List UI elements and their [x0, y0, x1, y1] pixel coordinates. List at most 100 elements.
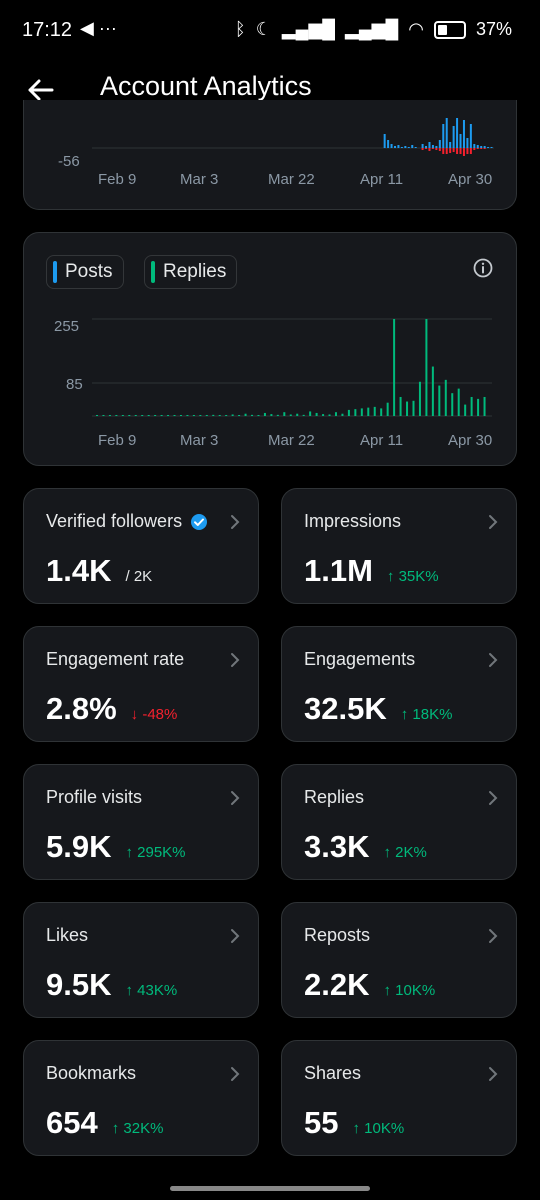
replies-bar [160, 415, 163, 416]
chevron-right-icon [489, 653, 498, 667]
replies-bar [231, 414, 234, 416]
x-tick-label: Apr 11 [360, 432, 403, 449]
stat-label: Engagements [304, 649, 415, 670]
posts-bar [431, 145, 434, 148]
chevron-right-icon [231, 791, 240, 805]
stat-label-text: Replies [304, 787, 365, 807]
replies-bar [212, 414, 215, 416]
battery-icon [433, 20, 466, 39]
posts-bar [425, 146, 428, 148]
stat-delta: ↑ 43K% [125, 982, 178, 999]
stat-value-row: 654 ↑ 32K% [46, 1105, 163, 1141]
replies-negative-bar [459, 148, 462, 154]
stat-card-impressions[interactable]: Impressions 1.1M ↑ 35K% [281, 488, 517, 604]
posts-bar [473, 144, 476, 148]
stat-card-replies[interactable]: Replies 3.3K ↑ 2K% [281, 764, 517, 880]
chevron-right-icon [489, 791, 498, 805]
posts-bar [404, 146, 407, 148]
stat-label: Bookmarks [46, 1063, 136, 1084]
replies-bar [296, 413, 299, 416]
stat-value: 5.9K [46, 829, 112, 864]
replies-bar [464, 404, 467, 416]
stat-label-text: Likes [46, 925, 89, 945]
replies-negative-bar [452, 148, 455, 152]
stat-label-text: Profile visits [46, 787, 143, 807]
stat-value: 55 [304, 1105, 339, 1140]
posts-bar [397, 145, 400, 148]
replies-bar [238, 415, 241, 416]
replies-negative-bar [462, 148, 465, 156]
replies-bar [393, 319, 396, 416]
replies-negative-bar [449, 148, 452, 153]
stat-label: Likes [46, 925, 88, 946]
replies-bar [218, 415, 221, 416]
replies-bar [289, 414, 292, 416]
posts-bar [394, 146, 396, 148]
x-tick-label: Mar 3 [180, 432, 218, 449]
replies-bar [179, 415, 182, 416]
stat-card-engagement-rate[interactable]: Engagement rate 2.8% ↓ -48% [23, 626, 259, 742]
home-indicator[interactable] [170, 1186, 370, 1191]
stat-value: 32.5K [304, 691, 387, 726]
status-right-icons: ᛒ ☾ ▂▄▆█ ▂▄▆█ ◠ 37% [235, 19, 512, 40]
stat-card-shares[interactable]: Shares 55 ↑ 10K% [281, 1040, 517, 1156]
replies-bar [451, 393, 454, 416]
stat-delta: ↑ 35K% [386, 568, 439, 585]
replies-negative-bar [456, 148, 459, 154]
replies-bar [108, 415, 111, 416]
stat-card-engagements[interactable]: Engagements 32.5K ↑ 18K% [281, 626, 517, 742]
stat-value: 654 [46, 1105, 98, 1140]
replies-bar [167, 415, 170, 416]
stat-value: 1.1M [304, 553, 373, 588]
posts-bar [462, 120, 465, 148]
posts-bar [421, 144, 424, 148]
replies-negative-bar [428, 148, 431, 151]
stat-label: Reposts [304, 925, 370, 946]
posts-bar [428, 142, 431, 148]
stat-card-profile-visits[interactable]: Profile visits 5.9K ↑ 295K% [23, 764, 259, 880]
stat-delta: / 2K [125, 568, 153, 585]
replies-negative-bar [480, 148, 483, 149]
stat-card-verified-followers[interactable]: Verified followers 1.4K / 2K [23, 488, 259, 604]
activity-chart-card: Posts Replies 255 85 Feb 9 Mar 3 Mar 22 Apr… [23, 232, 517, 466]
stat-delta: ↑ 295K% [125, 844, 186, 861]
signal-icon-2: ▂▄▆█ [345, 19, 399, 39]
replies-negative-bar [469, 148, 472, 154]
status-bar: 17:12 ◀ ··· ᛒ ☾ ▂▄▆█ ▂▄▆█ ◠ 37% [0, 0, 540, 62]
stat-card-bookmarks[interactable]: Bookmarks 654 ↑ 32K% [23, 1040, 259, 1156]
replies-bar [328, 414, 331, 416]
replies-bar [186, 415, 189, 416]
replies-bar [263, 412, 266, 416]
bluetooth-icon: ᛒ [234, 19, 246, 39]
replies-bar [309, 411, 312, 416]
stat-card-likes[interactable]: Likes 9.5K ↑ 43K% [23, 902, 259, 1018]
replies-bars [96, 319, 486, 416]
posts-bar [449, 142, 452, 148]
replies-bar [334, 412, 337, 416]
verified-badge-icon [191, 513, 208, 530]
replies-negative-bar [435, 148, 438, 150]
replies-negative-bar [476, 148, 479, 149]
top-y-tick: -56 [58, 153, 80, 170]
status-time: 17:12 [22, 19, 73, 41]
replies-bar [134, 415, 137, 416]
replies-bar [173, 415, 176, 416]
stat-label: Engagement rate [46, 649, 184, 670]
replies-bar [354, 409, 357, 416]
replies-negative-bar [445, 148, 448, 154]
stat-value-row: 1.4K / 2K [46, 553, 152, 589]
x-tick-label: Apr 30 [448, 432, 492, 449]
stat-value-row: 55 ↑ 10K% [304, 1105, 404, 1141]
posts-bar [407, 147, 410, 148]
stat-card-reposts[interactable]: Reposts 2.2K ↑ 10K% [281, 902, 517, 1018]
stat-delta: ↑ 32K% [111, 1120, 164, 1137]
replies-bar [96, 415, 98, 416]
top-chart-card: -56 Feb 9 Mar 3 Mar 22 Apr 11 Apr 30 [23, 100, 517, 210]
stat-label: Verified followers [46, 511, 208, 532]
replies-negative-bar [483, 148, 486, 149]
chevron-right-icon [231, 1067, 240, 1081]
chevron-right-icon [231, 929, 240, 943]
stat-label-text: Engagements [304, 649, 416, 669]
posts-bar [400, 147, 403, 148]
posts-bar [459, 134, 462, 148]
